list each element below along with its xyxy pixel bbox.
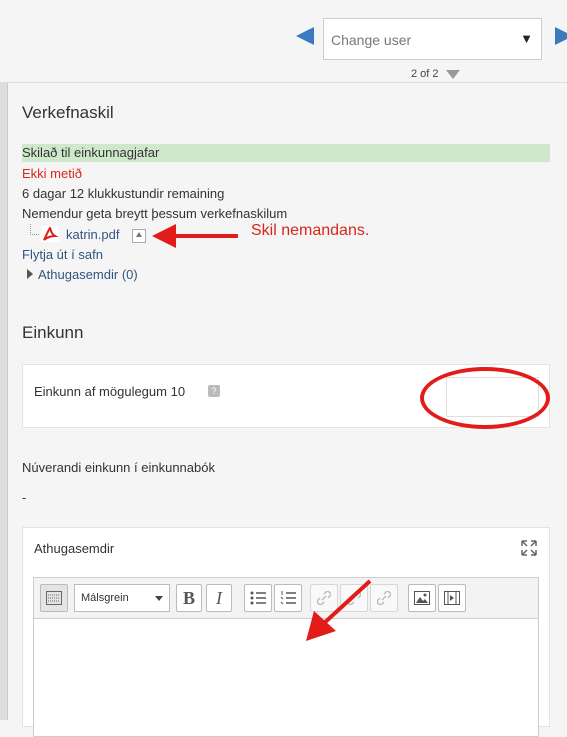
numbered-list-icon (280, 591, 296, 605)
paragraph-style-select[interactable]: Málsgrein (74, 584, 170, 612)
submission-status: Skilað til einkunnagjafar (22, 144, 550, 162)
grade-heading: Einkunn (22, 323, 84, 342)
feedback-title: Athugasemdir (34, 541, 115, 556)
top-bar: Change user ▼ 2 of 2 (0, 0, 567, 83)
next-user-arrow-icon[interactable] (555, 27, 567, 45)
grading-status: Ekki metið (22, 166, 82, 181)
unordered-list-button[interactable] (244, 584, 272, 612)
filter-icon[interactable] (446, 70, 460, 79)
left-scroll-strip[interactable] (0, 83, 8, 720)
export-portfolio-icon[interactable] (132, 229, 146, 243)
fullscreen-expand-icon[interactable] (521, 540, 537, 556)
image-icon (414, 591, 430, 605)
dropdown-caret-icon: ▼ (520, 31, 533, 46)
feedback-comments-box: Athugasemdir Málsgrein B I (22, 527, 550, 737)
red-circle-annotation (420, 367, 550, 429)
insert-image-button[interactable] (408, 584, 436, 612)
red-arrow-editor-annotation-icon (306, 579, 372, 641)
current-grade-label: Núverandi einkunn í einkunnabók (22, 460, 215, 475)
expand-triangle-icon[interactable] (27, 269, 33, 279)
comments-toggle-link[interactable]: Athugasemdir (0) (38, 267, 138, 282)
editor-toolbar: Málsgrein B I (34, 578, 538, 619)
time-remaining: 6 dagar 12 klukkustundir remaining (22, 186, 225, 201)
previous-user-arrow-icon[interactable] (296, 27, 314, 45)
media-icon (444, 591, 460, 605)
bullet-list-icon (250, 591, 266, 605)
editable-note: Nemendur geta breytt þessum verkefnaskil… (22, 206, 288, 221)
submission-heading: Verkefnaskil (22, 103, 114, 122)
export-portfolio-link[interactable]: Flytja út í safn (22, 247, 103, 262)
toolbar-toggle-button[interactable] (40, 584, 68, 612)
user-count: 2 of 2 (411, 68, 439, 80)
insert-media-button[interactable] (438, 584, 466, 612)
paragraph-style-label: Málsgrein (81, 592, 129, 604)
help-icon[interactable]: ? (208, 385, 220, 397)
pdf-file-icon (41, 226, 59, 242)
grade-label: Einkunn af mögulegum 10 (34, 384, 186, 399)
change-user-placeholder: Change user (331, 32, 412, 48)
select-caret-icon (155, 596, 163, 601)
feedback-editor[interactable]: Málsgrein B I (33, 577, 539, 737)
bold-button[interactable]: B (176, 584, 202, 612)
submission-file-link[interactable]: katrin.pdf (66, 227, 119, 242)
change-user-select[interactable]: Change user ▼ (323, 18, 542, 60)
italic-button[interactable]: I (206, 584, 232, 612)
tree-connector (30, 224, 39, 235)
annotation-label: Skil nemandans. (251, 222, 370, 239)
current-grade-value: - (22, 490, 27, 505)
ordered-list-button[interactable] (274, 584, 302, 612)
red-arrow-annotation-icon (152, 224, 238, 248)
keyboard-icon (46, 591, 62, 605)
